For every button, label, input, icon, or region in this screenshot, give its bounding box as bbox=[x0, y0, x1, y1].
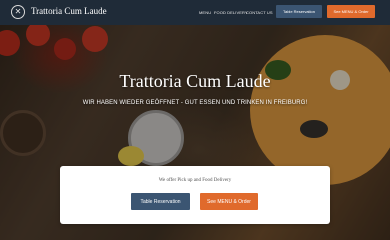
nav-contact-us-link[interactable]: CONTACT US bbox=[246, 10, 273, 15]
fork-knife-icon[interactable]: ✕ bbox=[11, 5, 25, 19]
order-card: We offer Pick up and Food Delivery Table… bbox=[60, 166, 330, 224]
hero-subtitle: WIR HABEN WIEDER GEÖFFNET - GUT ESSEN UN… bbox=[82, 100, 308, 106]
navbar: ✕ Trattoria Cum Laude MENU FOOD DELIVERY… bbox=[0, 0, 390, 25]
hero-title: Trattoria Cum Laude bbox=[119, 71, 271, 91]
card-text: We offer Pick up and Food Delivery bbox=[158, 178, 232, 183]
see-menu-order-button[interactable]: See MENU & Order bbox=[200, 193, 258, 210]
table-reservation-button[interactable]: Table Reservation bbox=[131, 193, 190, 210]
nav-menu-link[interactable]: MENU bbox=[199, 10, 211, 15]
nav-food-delivery-link[interactable]: FOOD DELIVERY bbox=[214, 10, 248, 15]
table-reservation-nav-button[interactable]: Table Reservation bbox=[276, 5, 322, 18]
brand-title[interactable]: Trattoria Cum Laude bbox=[31, 6, 107, 16]
see-menu-order-nav-button[interactable]: See MENU & Order bbox=[327, 5, 375, 18]
